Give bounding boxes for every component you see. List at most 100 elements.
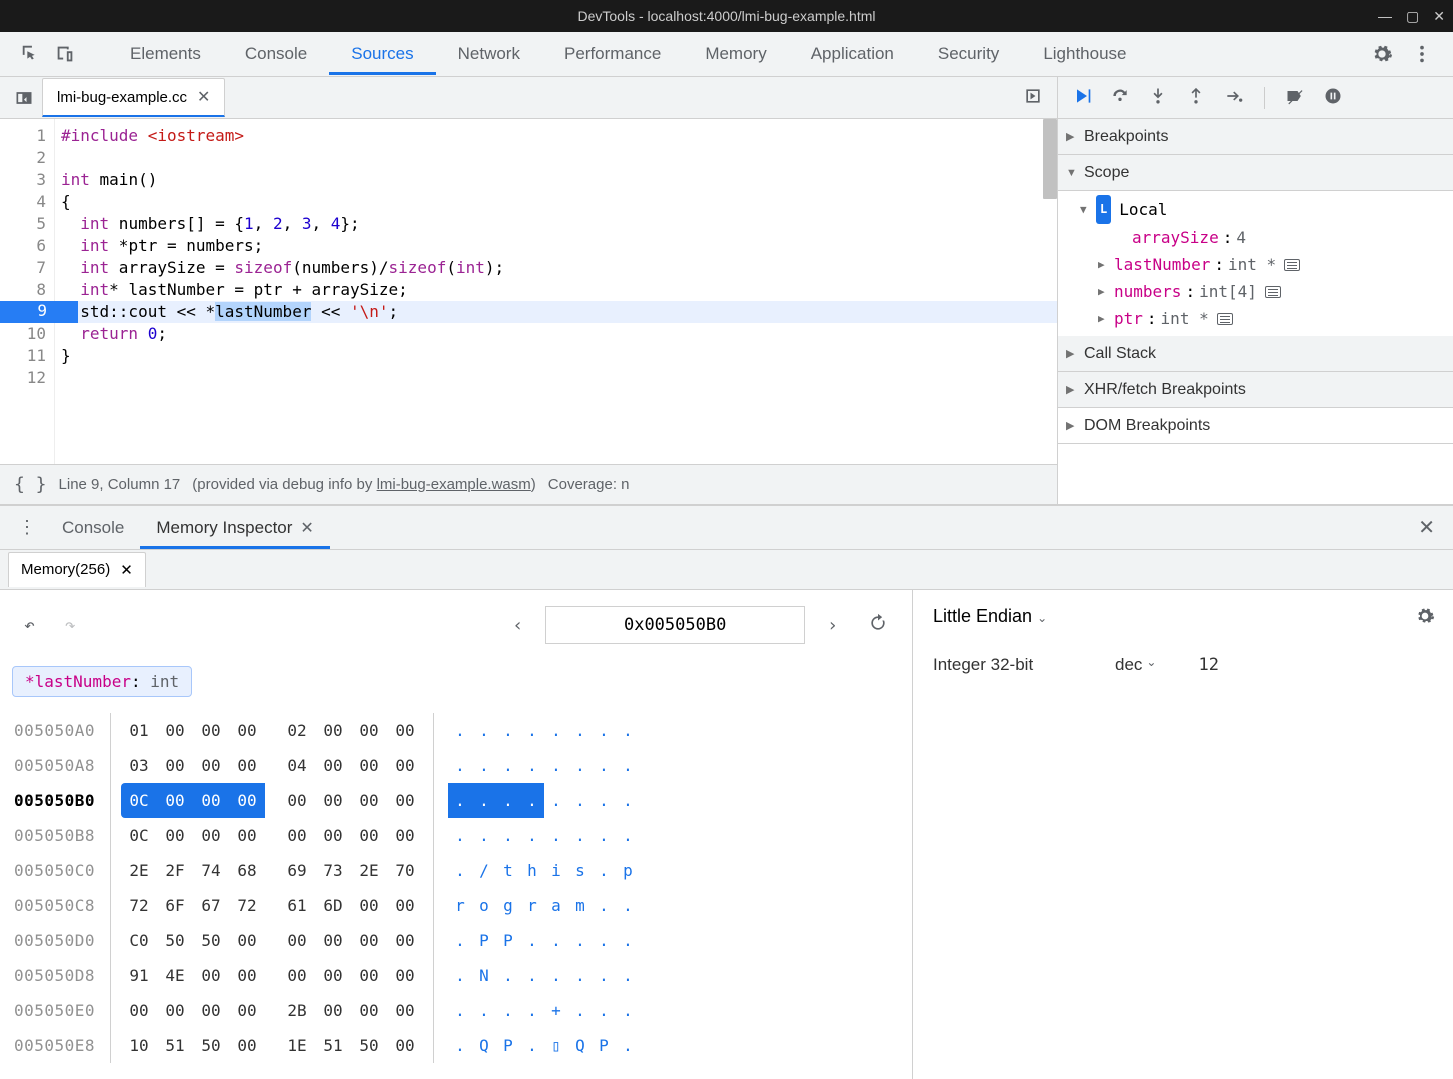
- hex-byte[interactable]: 00: [193, 713, 229, 748]
- memory-icon[interactable]: [1284, 259, 1300, 271]
- scope-local[interactable]: ▼LLocal: [1058, 195, 1453, 224]
- hex-byte[interactable]: 00: [157, 993, 193, 1028]
- navigator-toggle-icon[interactable]: [14, 88, 34, 108]
- hex-byte[interactable]: 00: [157, 818, 193, 853]
- dom-section[interactable]: ▶DOM Breakpoints: [1058, 408, 1453, 444]
- wasm-link[interactable]: lmi-bug-example.wasm: [377, 476, 531, 493]
- xhr-section[interactable]: ▶XHR/fetch Breakpoints: [1058, 372, 1453, 408]
- address-input[interactable]: [545, 606, 805, 644]
- resume-icon[interactable]: [1072, 86, 1092, 109]
- more-icon[interactable]: [1411, 43, 1433, 65]
- hex-byte[interactable]: 00: [279, 818, 315, 853]
- inspect-icon[interactable]: [20, 43, 42, 65]
- drawer-tab-console[interactable]: Console: [46, 508, 140, 548]
- more-icon[interactable]: ⋮: [8, 517, 46, 538]
- hex-byte[interactable]: 00: [157, 748, 193, 783]
- hex-byte[interactable]: 00: [229, 1028, 265, 1063]
- hex-byte[interactable]: 00: [315, 713, 351, 748]
- deactivate-breakpoints-icon[interactable]: [1285, 86, 1305, 109]
- hex-byte[interactable]: 00: [387, 958, 423, 993]
- prev-page-icon[interactable]: ‹: [504, 611, 531, 640]
- next-page-icon[interactable]: ›: [819, 611, 846, 640]
- minimize-icon[interactable]: —: [1378, 8, 1392, 24]
- breakpoints-section[interactable]: ▶Breakpoints: [1058, 119, 1453, 155]
- undo-icon[interactable]: ↶: [16, 611, 43, 640]
- hex-byte[interactable]: 68: [229, 853, 265, 888]
- hex-byte[interactable]: 00: [315, 958, 351, 993]
- memory-icon[interactable]: [1217, 313, 1233, 325]
- hex-byte[interactable]: 0C: [121, 818, 157, 853]
- tab-security[interactable]: Security: [916, 34, 1021, 74]
- hex-byte[interactable]: 51: [157, 1028, 193, 1063]
- tab-network[interactable]: Network: [436, 34, 542, 74]
- hex-address[interactable]: 005050E0: [10, 993, 110, 1028]
- hex-byte[interactable]: C0: [121, 923, 157, 958]
- code-editor[interactable]: 9 123456789101112 #include <iostream>int…: [0, 119, 1057, 464]
- redo-icon[interactable]: ↷: [57, 611, 84, 640]
- hex-byte[interactable]: 91: [121, 958, 157, 993]
- hex-byte[interactable]: 01: [121, 713, 157, 748]
- hex-byte[interactable]: 10: [121, 1028, 157, 1063]
- hex-byte[interactable]: 69: [279, 853, 315, 888]
- hex-byte[interactable]: 2F: [157, 853, 193, 888]
- hex-byte[interactable]: 00: [351, 818, 387, 853]
- tab-lighthouse[interactable]: Lighthouse: [1021, 34, 1148, 74]
- hex-byte[interactable]: 00: [387, 923, 423, 958]
- hex-byte[interactable]: 00: [351, 958, 387, 993]
- hex-byte[interactable]: 00: [315, 818, 351, 853]
- hex-byte[interactable]: 00: [387, 783, 423, 818]
- hex-byte[interactable]: 00: [193, 748, 229, 783]
- hex-byte[interactable]: 00: [315, 993, 351, 1028]
- hex-byte[interactable]: 72: [121, 888, 157, 923]
- hex-byte[interactable]: 00: [229, 993, 265, 1028]
- hex-byte[interactable]: 00: [193, 993, 229, 1028]
- hex-byte[interactable]: 00: [193, 958, 229, 993]
- scope-var[interactable]: ▶numbers: int[4]: [1058, 278, 1453, 305]
- hex-byte[interactable]: 04: [279, 748, 315, 783]
- hex-byte[interactable]: 72: [229, 888, 265, 923]
- hex-address[interactable]: 005050A0: [10, 713, 110, 748]
- gear-icon[interactable]: [1415, 606, 1435, 631]
- gear-icon[interactable]: [1371, 43, 1393, 65]
- highlight-pill[interactable]: *lastNumber: int: [12, 666, 192, 697]
- hex-byte[interactable]: 00: [193, 783, 229, 818]
- close-icon[interactable]: ✕: [120, 561, 133, 579]
- hex-byte[interactable]: 6F: [157, 888, 193, 923]
- scope-var[interactable]: ▶lastNumber: int *: [1058, 251, 1453, 278]
- hex-byte[interactable]: 00: [279, 958, 315, 993]
- close-icon[interactable]: ✕: [1433, 8, 1445, 25]
- step-into-icon[interactable]: [1148, 86, 1168, 109]
- hex-byte[interactable]: 61: [279, 888, 315, 923]
- hex-address[interactable]: 005050B0: [10, 783, 110, 818]
- file-tab[interactable]: lmi-bug-example.cc ✕: [42, 78, 225, 117]
- hex-byte[interactable]: 00: [229, 958, 265, 993]
- hex-address[interactable]: 005050A8: [10, 748, 110, 783]
- tab-console[interactable]: Console: [223, 34, 329, 74]
- format-select[interactable]: dec⌄: [1115, 655, 1156, 675]
- hex-byte[interactable]: 00: [351, 748, 387, 783]
- hex-byte[interactable]: 00: [279, 923, 315, 958]
- hex-address[interactable]: 005050C8: [10, 888, 110, 923]
- hex-address[interactable]: 005050D8: [10, 958, 110, 993]
- hex-byte[interactable]: 00: [229, 923, 265, 958]
- hex-byte[interactable]: 00: [229, 818, 265, 853]
- hex-byte[interactable]: 03: [121, 748, 157, 783]
- hex-byte[interactable]: 00: [229, 783, 265, 818]
- hex-byte[interactable]: 00: [157, 783, 193, 818]
- hex-byte[interactable]: 50: [193, 1028, 229, 1063]
- step-icon[interactable]: [1224, 86, 1244, 109]
- refresh-icon[interactable]: [860, 609, 896, 642]
- close-icon[interactable]: ✕: [197, 87, 210, 107]
- hex-byte[interactable]: 00: [387, 713, 423, 748]
- hex-byte[interactable]: 00: [351, 888, 387, 923]
- device-toggle-icon[interactable]: [54, 43, 76, 65]
- tab-application[interactable]: Application: [789, 34, 916, 74]
- step-over-icon[interactable]: [1110, 86, 1130, 109]
- memory-icon[interactable]: [1265, 286, 1281, 298]
- close-drawer-icon[interactable]: ✕: [1408, 515, 1445, 540]
- hex-address[interactable]: 005050B8: [10, 818, 110, 853]
- hex-byte[interactable]: 73: [315, 853, 351, 888]
- tab-elements[interactable]: Elements: [108, 34, 223, 74]
- maximize-icon[interactable]: ▢: [1406, 8, 1419, 25]
- hex-byte[interactable]: 00: [229, 713, 265, 748]
